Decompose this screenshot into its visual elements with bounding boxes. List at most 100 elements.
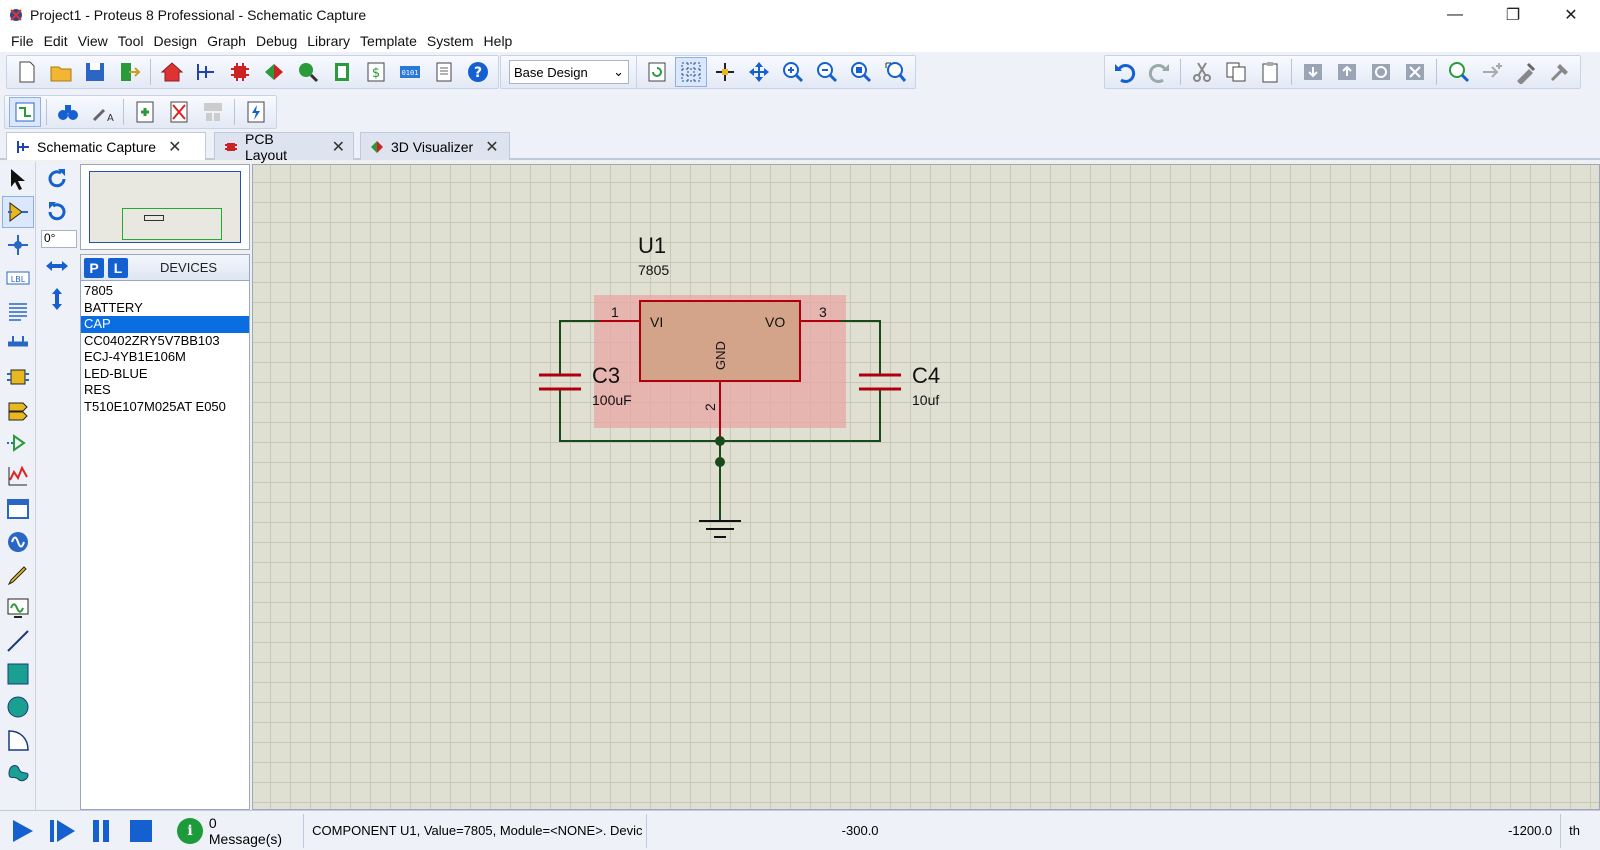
mirror-horizontal-button[interactable]	[41, 250, 73, 282]
zoom-all-button[interactable]	[845, 57, 877, 87]
box-mode-button[interactable]	[2, 658, 34, 690]
device-list-item[interactable]: RES	[81, 382, 249, 399]
zoom-in-button[interactable]	[777, 57, 809, 87]
device-list-item[interactable]: LED-BLUE	[81, 366, 249, 383]
home-page-button[interactable]	[156, 57, 188, 87]
restore-button[interactable]: ❐	[1484, 0, 1542, 30]
c4-capacitor[interactable]	[859, 373, 901, 391]
mirror-vertical-button[interactable]	[41, 283, 73, 315]
design-explorer-button[interactable]	[326, 57, 358, 87]
terminals-mode-button[interactable]	[2, 394, 34, 426]
close-project-button[interactable]	[113, 57, 145, 87]
design-variant-select[interactable]: Base Design ⌄	[509, 60, 629, 84]
circle-mode-button[interactable]	[2, 691, 34, 723]
closed-path-mode-button[interactable]	[2, 757, 34, 789]
device-pins-mode-button[interactable]	[2, 427, 34, 459]
search-tagged-button[interactable]	[52, 97, 84, 127]
toggle-grid-button[interactable]	[675, 57, 707, 87]
project-notes-button[interactable]	[428, 57, 460, 87]
pick-parts-button[interactable]	[1442, 57, 1474, 87]
bill-of-materials-button[interactable]: $	[360, 57, 392, 87]
device-list-item[interactable]: CC0402ZRY5V7BB103	[81, 333, 249, 350]
decompose-button[interactable]	[1544, 57, 1576, 87]
bus-mode-button[interactable]	[2, 328, 34, 360]
help-button[interactable]: ?	[462, 57, 494, 87]
close-tab-icon[interactable]: ✕	[332, 137, 345, 157]
electrical-rule-check-button[interactable]	[240, 97, 272, 127]
overview-window[interactable]	[80, 164, 250, 250]
menu-view[interactable]: View	[73, 33, 113, 49]
device-list-item-selected[interactable]: CAP	[81, 316, 249, 333]
ground-symbol[interactable]	[699, 520, 741, 538]
overview-viewport[interactable]	[122, 208, 222, 240]
menu-system[interactable]: System	[422, 33, 479, 49]
device-list-item[interactable]: ECJ-4YB1E106M	[81, 349, 249, 366]
refresh-button[interactable]	[641, 57, 673, 87]
generator-mode-button[interactable]	[2, 526, 34, 558]
new-sheet-button[interactable]	[129, 97, 161, 127]
device-list-item[interactable]: T510E107M025AT E050	[81, 399, 249, 416]
menu-design[interactable]: Design	[148, 33, 202, 49]
virtual-instruments-mode-button[interactable]	[2, 592, 34, 624]
message-indicator[interactable]: i 0 Message(s)	[177, 815, 293, 847]
block-delete-button[interactable]	[1399, 57, 1431, 87]
undo-button[interactable]	[1109, 57, 1141, 87]
menu-file[interactable]: File	[6, 33, 39, 49]
line-mode-button[interactable]	[2, 625, 34, 657]
c3-capacitor[interactable]	[539, 373, 581, 391]
close-button[interactable]: ✕	[1542, 0, 1600, 30]
tab-3d-visualizer[interactable]: 3D Visualizer ✕	[360, 132, 510, 160]
tab-pcb-layout[interactable]: PCB Layout ✕	[214, 131, 354, 163]
source-code-button[interactable]: 0101	[394, 57, 426, 87]
design-tools-button[interactable]	[9, 97, 41, 127]
block-copy-button[interactable]	[1297, 57, 1329, 87]
subcircuit-mode-button[interactable]	[2, 361, 34, 393]
minimize-button[interactable]: —	[1426, 0, 1484, 30]
step-simulation-button[interactable]	[44, 814, 80, 848]
close-tab-icon[interactable]: ✕	[168, 137, 181, 157]
schematic-button[interactable]	[190, 57, 222, 87]
run-simulation-button[interactable]	[4, 814, 40, 848]
library-manager-button[interactable]: L	[108, 257, 128, 278]
voltage-probe-mode-button[interactable]	[2, 559, 34, 591]
toggle-origin-button[interactable]	[709, 57, 741, 87]
zoom-area-button[interactable]	[879, 57, 911, 87]
package-tool-button[interactable]	[1510, 57, 1542, 87]
copy-button[interactable]	[1220, 57, 1252, 87]
rotate-anticlockwise-button[interactable]	[41, 196, 73, 228]
graph-mode-button[interactable]	[2, 460, 34, 492]
new-project-button[interactable]	[11, 57, 43, 87]
tab-schematic-capture[interactable]: Schematic Capture ✕	[6, 132, 206, 160]
save-project-button[interactable]	[79, 57, 111, 87]
pcb-button[interactable]	[224, 57, 256, 87]
schematic-canvas[interactable]: U1 7805 VI VO GND 1 3 2 C3 100uF C4 10uf	[252, 164, 1600, 810]
remove-sheet-button[interactable]	[163, 97, 195, 127]
gerber-viewer-button[interactable]	[292, 57, 324, 87]
menu-help[interactable]: Help	[479, 33, 518, 49]
block-move-button[interactable]	[1331, 57, 1363, 87]
block-rotate-button[interactable]	[1365, 57, 1397, 87]
device-list-item[interactable]: 7805	[81, 283, 249, 300]
menu-library[interactable]: Library	[302, 33, 355, 49]
menu-tool[interactable]: Tool	[113, 33, 149, 49]
menu-edit[interactable]: Edit	[39, 33, 73, 49]
menu-graph[interactable]: Graph	[202, 33, 251, 49]
wire-label-mode-button[interactable]: LBL	[2, 262, 34, 294]
menu-template[interactable]: Template	[355, 33, 422, 49]
junction-dot-mode-button[interactable]	[2, 229, 34, 261]
exit-to-parent-button[interactable]	[197, 97, 229, 127]
arc-mode-button[interactable]	[2, 724, 34, 756]
rotate-clockwise-button[interactable]	[41, 163, 73, 195]
selection-mode-button[interactable]	[2, 163, 34, 195]
units-indicator[interactable]: th	[1560, 813, 1600, 848]
text-script-mode-button[interactable]	[2, 295, 34, 327]
rotation-angle-field[interactable]: 0°	[41, 230, 77, 248]
paste-button[interactable]	[1254, 57, 1286, 87]
open-project-button[interactable]	[45, 57, 77, 87]
close-tab-icon[interactable]: ✕	[485, 137, 498, 157]
tape-recorder-mode-button[interactable]	[2, 493, 34, 525]
make-device-button[interactable]	[1476, 57, 1508, 87]
pause-simulation-button[interactable]	[84, 814, 120, 848]
cut-button[interactable]	[1186, 57, 1218, 87]
redo-button[interactable]	[1143, 57, 1175, 87]
